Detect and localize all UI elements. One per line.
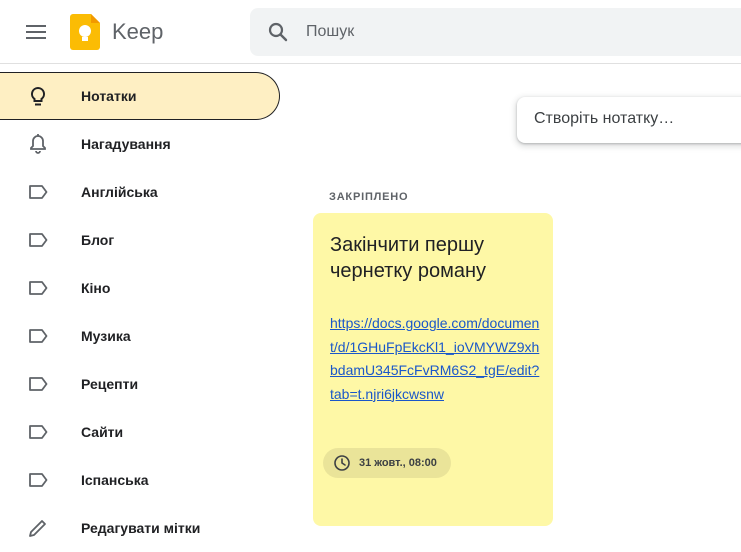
hamburger-menu-icon (26, 25, 46, 39)
label-icon (26, 420, 50, 444)
sidebar-item-label-recipes[interactable]: Рецепти (0, 360, 280, 408)
sidebar-item-label: Нотатки (81, 88, 137, 104)
take-note-placeholder: Створіть нотатку… (534, 110, 675, 127)
clock-icon (334, 455, 350, 471)
label-icon (26, 228, 50, 252)
sidebar-item-label: Рецепти (81, 376, 139, 392)
keep-logo-icon[interactable] (70, 14, 100, 50)
sidebar-item-label-sites[interactable]: Сайти (0, 408, 280, 456)
search-bar[interactable] (250, 8, 741, 56)
app-title[interactable]: Keep (112, 19, 163, 45)
sidebar-item-label: Кіно (81, 280, 111, 296)
take-note-input[interactable]: Створіть нотатку… (517, 97, 741, 143)
reminder-chip[interactable]: 31 жовт., 08:00 (323, 448, 451, 478)
label-icon (26, 468, 50, 492)
pencil-icon (26, 516, 50, 540)
sidebar-nav: Нотатки Нагадування Англійська Блог Кіно (0, 72, 280, 552)
sidebar-item-label-spanish[interactable]: Іспанська (0, 456, 280, 504)
search-input[interactable] (306, 8, 686, 56)
label-icon (26, 324, 50, 348)
main-menu-button[interactable] (16, 12, 56, 52)
sidebar-item-label: Редагувати мітки (81, 520, 201, 536)
sidebar-item-label: Сайти (81, 424, 124, 440)
sidebar-item-label-english[interactable]: Англійська (0, 168, 280, 216)
sidebar-item-edit-labels[interactable]: Редагувати мітки (0, 504, 280, 552)
label-icon (26, 180, 50, 204)
top-bar: Keep (0, 0, 741, 64)
sidebar-item-label: Блог (81, 232, 115, 248)
sidebar-item-notes[interactable]: Нотатки (0, 72, 280, 120)
label-icon (26, 276, 50, 300)
lightbulb-icon (26, 85, 50, 109)
sidebar-item-label: Музика (81, 328, 131, 344)
bell-icon (26, 132, 50, 156)
label-icon (26, 372, 50, 396)
search-icon[interactable] (266, 20, 290, 44)
note-link[interactable]: https://docs.google.com/document/d/1GHuF… (330, 312, 542, 406)
note-title: Закінчити першу чернетку роману (330, 234, 487, 282)
sidebar-item-label: Англійська (81, 184, 158, 200)
sidebar-item-reminders[interactable]: Нагадування (0, 120, 280, 168)
sidebar-item-label-cinema[interactable]: Кіно (0, 264, 280, 312)
reminder-time: 31 жовт., 08:00 (359, 457, 437, 469)
sidebar-item-label-music[interactable]: Музика (0, 312, 280, 360)
pinned-section-label: ЗАКРІПЛЕНО (329, 191, 409, 203)
sidebar-item-label: Іспанська (81, 472, 149, 488)
note-card[interactable]: Закінчити першу чернетку роману https://… (313, 213, 553, 526)
sidebar-item-label: Нагадування (81, 136, 171, 152)
sidebar-item-label-blog[interactable]: Блог (0, 216, 280, 264)
